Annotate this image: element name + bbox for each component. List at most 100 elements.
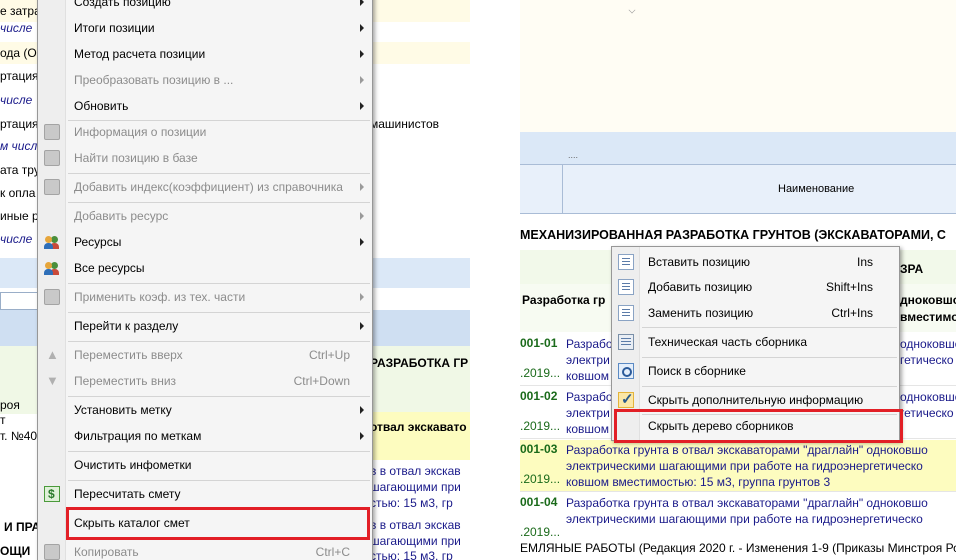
menu-item-all-resources[interactable]: Все ресурсы <box>38 255 372 281</box>
entry-row-3[interactable]: 001-03 .2019... Разработка грунта в отвал… <box>520 440 956 492</box>
menu-item-shortcut: Shift+Ins <box>825 280 873 294</box>
submenu-arrow-icon <box>360 183 364 191</box>
operator-text: машинистов <box>370 117 439 131</box>
menu-item-label: Преобразовать позицию в ... <box>74 73 234 87</box>
menu-item-add-resource[interactable]: Добавить ресурс <box>38 203 372 229</box>
menu-item-label: Применить коэф. из тех. части <box>74 290 246 304</box>
menu-item-calc-method[interactable]: Метод расчета позиции <box>38 41 372 67</box>
menu-item-refresh[interactable]: Обновить <box>38 93 372 119</box>
menu-item-add-position[interactable]: Добавить позицию Shift+Ins <box>612 274 899 300</box>
entry-date: .2019... <box>520 366 561 380</box>
submenu-arrow-icon <box>360 432 364 440</box>
submenu-arrow-icon <box>360 102 364 110</box>
entry-line: электри <box>566 406 610 420</box>
left-row-4: числе <box>0 93 33 107</box>
entry-code: 001-02 <box>520 389 558 403</box>
entry-row-4[interactable]: 001-04 .2019... Разработка грунта в отвал… <box>520 493 956 539</box>
menu-item-label: Добавить индекс(коэффициент) из справочн… <box>74 180 343 194</box>
menu-item-label: Итоги позиции <box>74 21 155 35</box>
left-yellow-fragment: отвал экскавато <box>370 420 467 434</box>
menu-item-label: Добавить ресурс <box>74 209 169 223</box>
all-resources-icon <box>44 260 60 276</box>
menu-item-label: Переместить вниз <box>74 374 177 388</box>
check-icon <box>618 387 634 413</box>
menu-item-label: Техническая часть сборника <box>648 335 808 349</box>
menu-item-resources[interactable]: Ресурсы <box>38 229 372 255</box>
replace-position-icon <box>618 305 634 321</box>
entry-date: .2019... <box>520 419 561 433</box>
right-top-area <box>520 0 956 132</box>
menu-item-recalc-estimate[interactable]: Пересчитать смету <box>38 481 372 507</box>
menu-item-shortcut: Ctrl+C <box>315 545 350 559</box>
entry-date: .2019... <box>520 525 561 539</box>
add-position-icon <box>618 279 634 295</box>
menu-item-label: Заменить позицию <box>648 306 754 320</box>
find-icon <box>44 150 60 166</box>
menu-item-go-to-section[interactable]: Перейти к разделу <box>38 313 372 339</box>
resources-icon <box>44 234 60 250</box>
menu-item-insert-position[interactable]: Вставить позицию Ins <box>612 249 899 275</box>
tech-part-icon <box>618 334 634 350</box>
submenu-arrow-icon <box>360 406 364 414</box>
menu-item-label: Вставить позицию <box>648 255 751 269</box>
bottom-left-0: И ПРА <box>4 520 41 534</box>
menu-item-position-info[interactable]: Информация о позиции <box>38 119 372 145</box>
arrow-up-icon <box>44 342 60 368</box>
entry-line: ковшом <box>566 369 609 383</box>
menu-item-filter-by-marks[interactable]: Фильтрация по меткам <box>38 423 372 449</box>
menu-item-create-position[interactable]: Создать позицию <box>38 0 372 15</box>
menu-item-position-totals[interactable]: Итоги позиции <box>38 15 372 41</box>
entry-line: Разработ <box>566 390 618 404</box>
menu-item-label: Переместить вверх <box>74 348 183 362</box>
splitter-dots: .... <box>568 150 579 160</box>
menu-item-add-index[interactable]: Добавить индекс(коэффициент) из справочн… <box>38 174 372 200</box>
entry-code: 001-04 <box>520 495 558 509</box>
menu-item-shortcut: Ctrl+Ins <box>831 306 873 320</box>
bottom-line-4: шагающими при <box>370 534 461 548</box>
search-collection-icon <box>618 363 634 379</box>
bottom-left-1: ОЩИ <box>0 544 31 558</box>
menu-item-copy[interactable]: Копировать Ctrl+C <box>38 539 372 560</box>
menu-item-shortcut: Ins <box>856 255 873 269</box>
estimate-context-menu: Создать позицию Итоги позиции Метод расч… <box>37 0 373 560</box>
menu-item-label: Копировать <box>74 545 139 559</box>
menu-item-label: Установить метку <box>74 403 172 417</box>
menu-item-label: Пересчитать смету <box>74 487 181 501</box>
left-input-stub[interactable] <box>0 292 40 310</box>
menu-item-clear-infomarks[interactable]: Очистить инфометки <box>38 452 372 478</box>
submenu-arrow-icon <box>360 293 364 301</box>
entry-line: одноковшо <box>900 390 956 404</box>
menu-item-label: Добавить позицию <box>648 280 753 294</box>
menu-item-set-mark[interactable]: Установить метку <box>38 397 372 423</box>
menu-item-shortcut: Ctrl+Up <box>308 348 350 362</box>
subheading-right-0: дноковшо <box>900 293 956 307</box>
menu-item-search-collection[interactable]: Поиск в сборнике <box>612 358 899 384</box>
highlight-hide-estimate-catalog <box>66 507 370 540</box>
index-icon <box>44 179 60 195</box>
submenu-arrow-icon <box>360 0 364 6</box>
menu-item-label: Метод расчета позиции <box>74 47 206 61</box>
info-icon <box>44 124 60 140</box>
menu-item-convert-position[interactable]: Преобразовать позицию в ... <box>38 67 372 93</box>
menu-item-apply-coef[interactable]: Применить коэф. из тех. части <box>38 284 372 310</box>
entry-line: электрическими шагающими при работе на г… <box>566 459 923 473</box>
bottom-line-3: в в отвал экскав <box>370 518 461 532</box>
submenu-arrow-icon <box>360 212 364 220</box>
menu-item-move-down[interactable]: Переместить вниз Ctrl+Down <box>38 368 372 394</box>
entry-line: Разработка грунта в отвал экскаваторами … <box>566 496 928 510</box>
entry-date: .2019... <box>520 472 561 486</box>
menu-item-label: Обновить <box>74 99 129 113</box>
recalc-icon <box>44 481 60 507</box>
submenu-arrow-icon <box>360 76 364 84</box>
menu-item-replace-position[interactable]: Заменить позицию Ctrl+Ins <box>612 300 899 326</box>
highlight-hide-collection-tree <box>614 409 903 443</box>
menu-item-label: Поиск в сборнике <box>648 364 746 378</box>
menu-item-tech-part[interactable]: Техническая часть сборника <box>612 329 899 355</box>
block-line-0: роя <box>0 398 20 412</box>
coef-icon <box>44 289 60 305</box>
menu-item-find-in-base[interactable]: Найти позицию в базе <box>38 145 372 171</box>
subheading-right-1: вместимо <box>900 310 956 324</box>
menu-item-label: Информация о позиции <box>74 125 207 139</box>
bottom-line-0: в в отвал экскав <box>370 464 461 478</box>
menu-item-move-up[interactable]: Переместить вверх Ctrl+Up <box>38 342 372 368</box>
